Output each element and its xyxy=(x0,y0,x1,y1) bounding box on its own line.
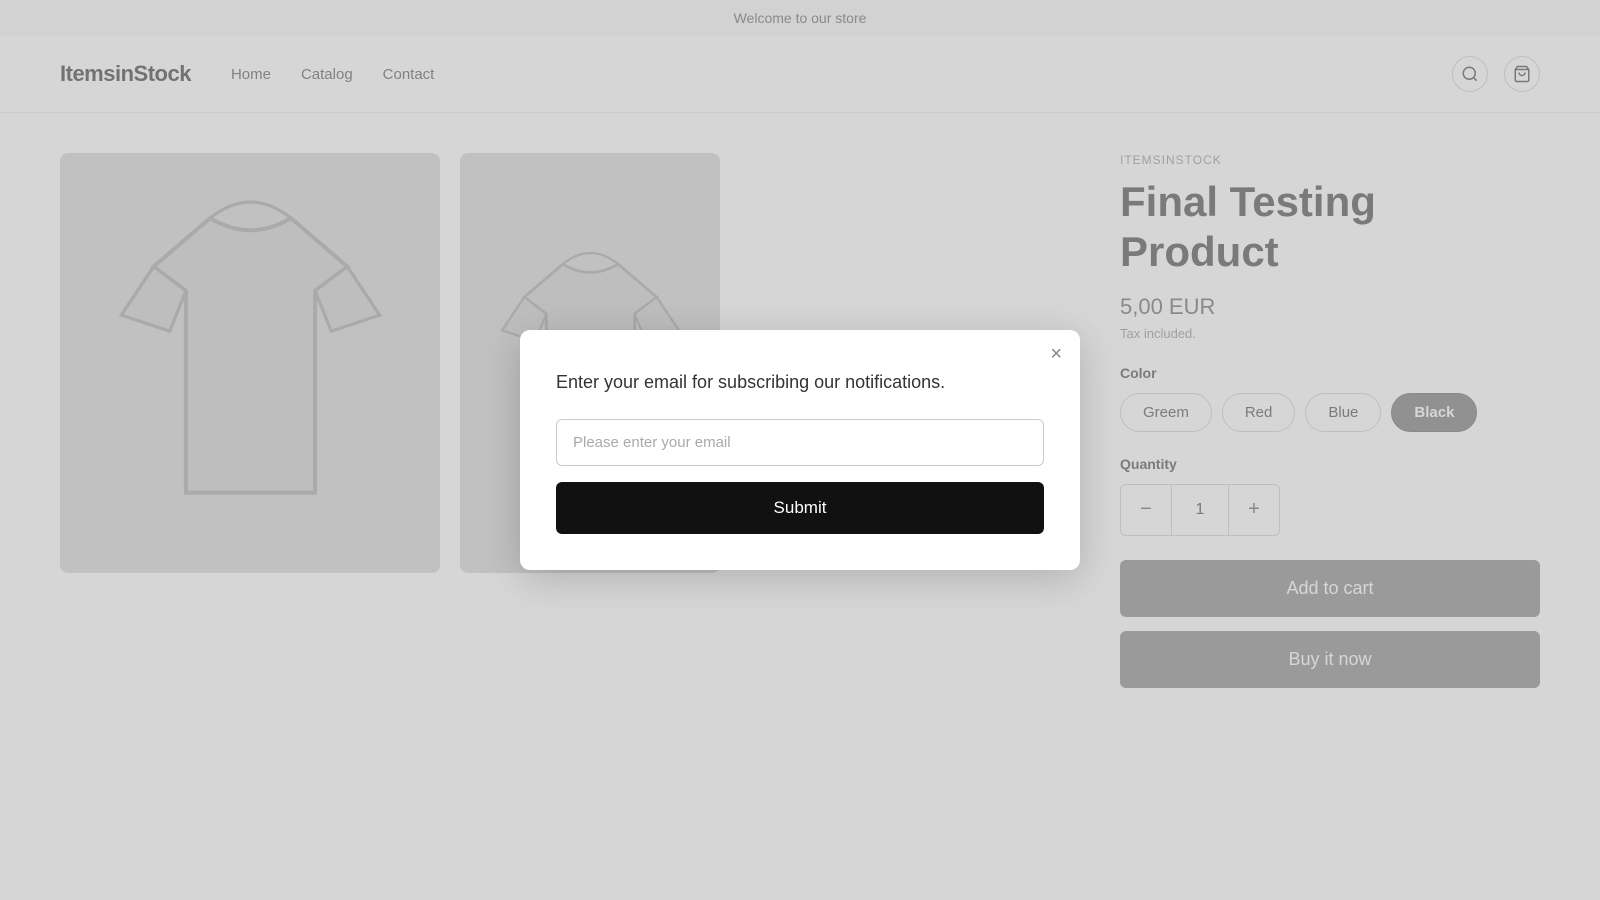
modal-overlay: × Enter your email for subscribing our n… xyxy=(0,0,1600,900)
modal-title: Enter your email for subscribing our not… xyxy=(556,370,1044,395)
email-input[interactable] xyxy=(556,419,1044,466)
modal-close-button[interactable]: × xyxy=(1050,344,1062,364)
modal-submit-button[interactable]: Submit xyxy=(556,482,1044,534)
email-modal: × Enter your email for subscribing our n… xyxy=(520,330,1080,570)
